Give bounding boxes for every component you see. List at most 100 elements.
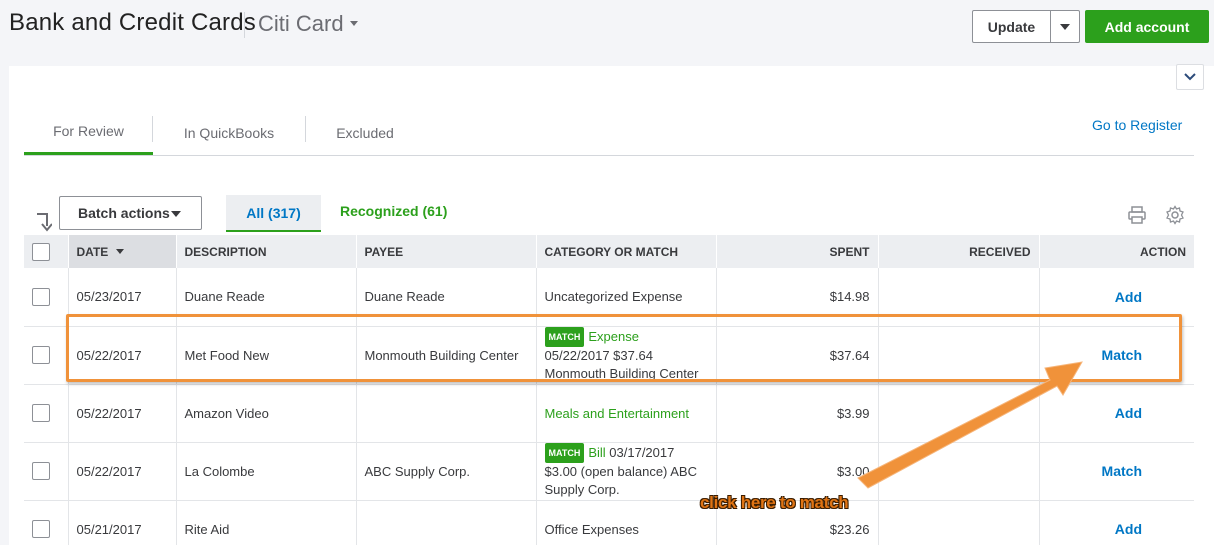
add-account-button[interactable]: Add account — [1085, 10, 1209, 43]
add-button[interactable]: Add — [1115, 289, 1142, 305]
table-row[interactable]: 05/22/2017 La Colombe ABC Supply Corp. M… — [24, 442, 1194, 501]
row-checkbox[interactable] — [32, 346, 50, 364]
filter-all-tab[interactable]: All (317) — [226, 195, 321, 232]
row-checkbox[interactable] — [32, 520, 50, 538]
payee-cell — [356, 500, 537, 545]
filter-recognized-tab[interactable]: Recognized (61) — [340, 203, 447, 219]
category-cell[interactable]: Uncategorized Expense — [536, 268, 717, 327]
update-dropdown-button[interactable] — [1051, 11, 1079, 42]
date-cell: 05/23/2017 — [68, 268, 177, 327]
table-row[interactable]: 05/21/2017 Rite Aid Office Expenses $23.… — [24, 500, 1194, 545]
gear-icon[interactable] — [1165, 205, 1185, 225]
select-all-checkbox[interactable] — [32, 242, 50, 261]
received-cell — [878, 442, 1040, 501]
update-button-label[interactable]: Update — [973, 11, 1051, 42]
sort-down-arrow-icon[interactable] — [34, 212, 52, 232]
tab-excluded[interactable]: Excluded — [305, 110, 425, 155]
category-cell[interactable]: MATCH Bill 03/17/2017 $3.00 (open balance… — [536, 442, 717, 501]
description-cell: Rite Aid — [176, 500, 357, 545]
match-type: Bill — [588, 445, 606, 460]
batch-actions-button[interactable]: Batch actions — [59, 196, 202, 230]
table-header-row: DATE DESCRIPTION PAYEE CATEGORY OR MATCH… — [24, 235, 1194, 268]
category-cell[interactable]: Meals and Entertainment — [536, 384, 717, 443]
match-detail-line: Monmouth Building Center — [544, 366, 699, 381]
batch-actions-label: Batch actions — [78, 205, 170, 221]
match-detail-line: 05/22/2017 $37.64 — [544, 348, 653, 363]
received-cell — [878, 268, 1040, 327]
annotation-label: click here to match — [700, 493, 849, 512]
date-cell: 05/22/2017 — [68, 384, 177, 443]
row-checkbox[interactable] — [32, 404, 50, 422]
go-to-register-link[interactable]: Go to Register — [1092, 117, 1182, 133]
payee-cell: Duane Reade — [356, 268, 537, 327]
payee-cell: ABC Supply Corp. — [356, 442, 537, 501]
tab-in-quickbooks[interactable]: In QuickBooks — [153, 110, 305, 155]
match-type: Expense — [588, 329, 639, 344]
received-cell — [878, 500, 1040, 545]
match-date: 03/17/2017 — [605, 445, 675, 460]
match-button[interactable]: Match — [1102, 463, 1142, 479]
payee-cell: Monmouth Building Center — [356, 326, 537, 385]
row-checkbox-cell — [24, 268, 69, 327]
match-detail-line: $3.00 (open balance) ABC — [544, 464, 698, 479]
date-cell: 05/21/2017 — [68, 500, 177, 545]
match-badge: MATCH — [544, 327, 585, 347]
payee-cell — [356, 384, 537, 443]
row-checkbox-cell — [24, 500, 69, 545]
row-checkbox-cell — [24, 326, 69, 385]
row-checkbox[interactable] — [32, 462, 50, 480]
print-icon[interactable] — [1127, 205, 1147, 225]
page-title: Bank and Credit Cards — [9, 9, 256, 36]
column-header-received[interactable]: RECEIVED — [878, 235, 1040, 268]
column-header-spent[interactable]: SPENT — [716, 235, 879, 268]
category-cell[interactable]: MATCH Expense 05/22/2017 $37.64 Monmouth … — [536, 326, 717, 385]
action-cell: Match — [1039, 326, 1194, 385]
transactions-table: DATE DESCRIPTION PAYEE CATEGORY OR MATCH… — [24, 235, 1194, 545]
action-cell: Add — [1039, 500, 1194, 545]
column-header-category[interactable]: CATEGORY OR MATCH — [536, 235, 717, 268]
collapse-toggle-button[interactable] — [1176, 64, 1204, 90]
account-selector[interactable]: Citi Card — [258, 11, 344, 37]
date-cell: 05/22/2017 — [68, 442, 177, 501]
tab-for-review[interactable]: For Review — [24, 110, 153, 155]
action-cell: Add — [1039, 384, 1194, 443]
column-header-date[interactable]: DATE — [68, 235, 177, 268]
column-header-payee[interactable]: PAYEE — [356, 235, 537, 268]
select-all-header — [24, 235, 69, 268]
description-cell: La Colombe — [176, 442, 357, 501]
match-badge: MATCH — [544, 443, 585, 463]
row-checkbox[interactable] — [32, 287, 50, 306]
row-checkbox-cell — [24, 384, 69, 443]
category-cell[interactable]: Office Expenses — [536, 500, 717, 545]
spent-cell: $3.00 — [716, 442, 879, 501]
table-row[interactable]: 05/22/2017 Met Food New Monmouth Buildin… — [24, 326, 1194, 385]
chevron-down-icon[interactable] — [350, 21, 358, 26]
add-button[interactable]: Add — [1115, 405, 1142, 421]
received-cell — [878, 384, 1040, 443]
spent-cell: $3.99 — [716, 384, 879, 443]
match-detail-line: Supply Corp. — [544, 482, 620, 497]
add-button[interactable]: Add — [1115, 521, 1142, 537]
review-tabs: For Review In QuickBooks Excluded — [24, 110, 1194, 156]
spent-cell: $14.98 — [716, 268, 879, 327]
update-button[interactable]: Update — [972, 10, 1080, 43]
description-cell: Amazon Video — [176, 384, 357, 443]
chevron-down-icon — [1184, 73, 1196, 81]
column-header-action: ACTION — [1039, 235, 1194, 268]
action-cell: Match — [1039, 442, 1194, 501]
column-header-date-label: DATE — [76, 244, 109, 259]
title-divider — [244, 12, 245, 38]
chevron-down-icon — [1060, 23, 1070, 30]
spent-cell: $37.64 — [716, 326, 879, 385]
table-row[interactable]: 05/22/2017 Amazon Video Meals and Entert… — [24, 384, 1194, 443]
match-button[interactable]: Match — [1102, 347, 1142, 363]
column-header-description[interactable]: DESCRIPTION — [176, 235, 357, 268]
page-header: Bank and Credit Cards Citi Card Update A… — [0, 0, 1214, 62]
sort-caret-icon — [115, 248, 124, 254]
row-checkbox-cell — [24, 442, 69, 501]
description-cell: Duane Reade — [176, 268, 357, 327]
received-cell — [878, 326, 1040, 385]
table-row[interactable]: 05/23/2017 Duane Reade Duane Reade Uncat… — [24, 268, 1194, 327]
chevron-down-icon — [171, 211, 181, 217]
date-cell: 05/22/2017 — [68, 326, 177, 385]
